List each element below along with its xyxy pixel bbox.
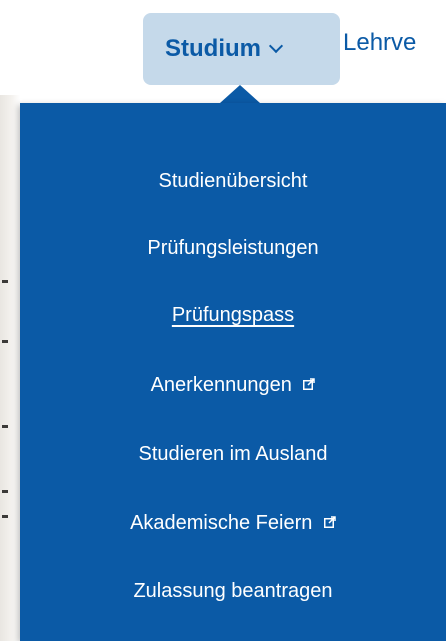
menu-item-label: Prüfungsleistungen	[147, 237, 319, 259]
external-link-icon	[323, 516, 336, 528]
nav-item-label: Studium	[165, 35, 261, 62]
menu-item-akademische-feiern[interactable]: Akademische Feiern	[20, 503, 446, 543]
menu-item-label: Studienübersicht	[158, 170, 308, 192]
menu-item-label: Studieren im Ausland	[138, 443, 328, 465]
menu-item-pruefungspass[interactable]: Prüfungspass	[20, 295, 446, 335]
chevron-down-icon	[268, 38, 284, 54]
external-link-icon	[303, 378, 316, 390]
studium-dropdown-menu: Studienübersicht Prüfungsleistungen Prüf…	[20, 103, 446, 641]
nav-item-studium[interactable]: Studium	[143, 13, 340, 85]
menu-item-pruefungsleistungen[interactable]: Prüfungsleistungen	[20, 228, 446, 268]
menu-item-studienuebersicht[interactable]: Studienübersicht	[20, 161, 446, 201]
screen: Studium Lehrve Studienübersicht Prüfungs…	[0, 0, 446, 641]
top-navigation: Studium Lehrve	[0, 0, 446, 95]
menu-item-studieren-im-ausland[interactable]: Studieren im Ausland	[20, 434, 446, 474]
nav-item-lehrveranstaltungen[interactable]: Lehrve	[343, 29, 416, 57]
menu-item-label: Anerkennungen	[150, 374, 292, 396]
background-page-edge	[0, 95, 20, 641]
menu-item-zulassung-beantragen[interactable]: Zulassung beantragen	[20, 571, 446, 611]
menu-item-label: Akademische Feiern	[130, 512, 313, 534]
menu-item-anerkennungen[interactable]: Anerkennungen	[20, 365, 446, 405]
dropdown-pointer	[220, 85, 260, 103]
menu-item-label: Prüfungspass	[171, 304, 295, 326]
menu-item-label: Zulassung beantragen	[133, 580, 333, 602]
